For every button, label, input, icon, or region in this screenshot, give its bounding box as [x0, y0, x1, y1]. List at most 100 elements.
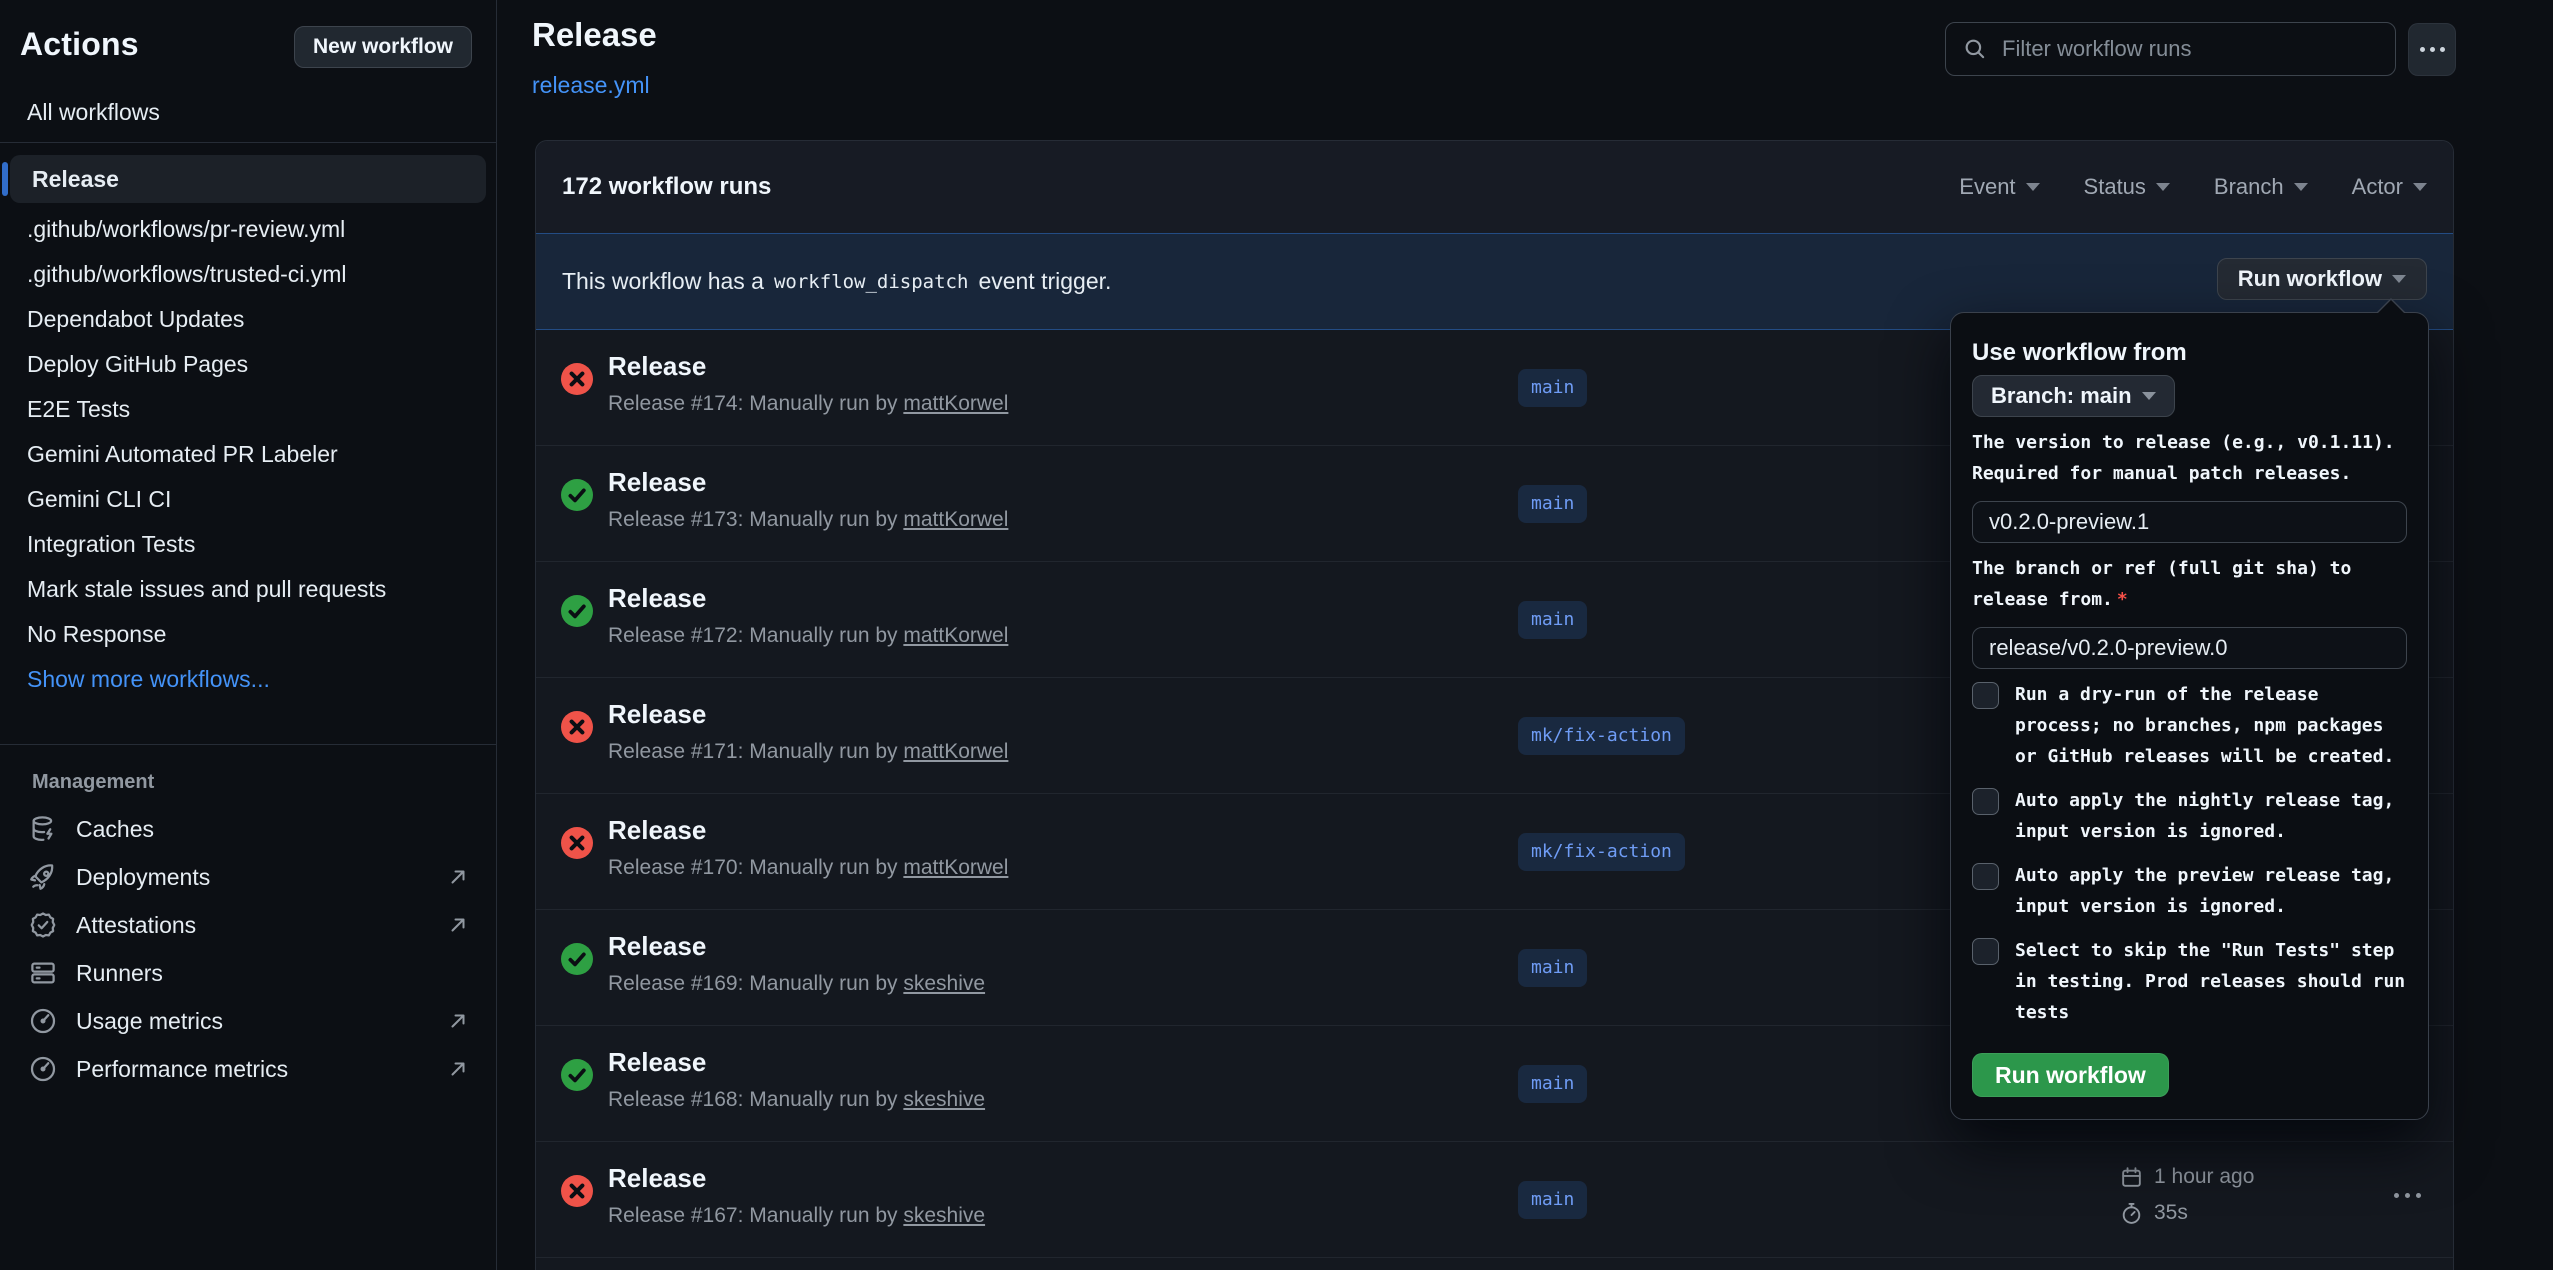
workflow-run-row[interactable]: Release Release #167: Manually run by sk…: [536, 1142, 2453, 1258]
run-workflow-submit-button[interactable]: Run workflow: [1972, 1053, 2169, 1097]
management-item[interactable]: Usage metrics: [0, 997, 496, 1045]
workflow-item-label: E2E Tests: [27, 396, 130, 423]
server-icon: [28, 958, 58, 988]
branch-selector-label: Branch: main: [1991, 383, 2132, 409]
search-icon: [1962, 36, 1988, 62]
run-title-link[interactable]: Release: [608, 1163, 706, 1194]
run-actor-link[interactable]: mattKorwel: [903, 392, 1008, 415]
branch-badge[interactable]: main: [1518, 1065, 1587, 1103]
sidebar-item-all-workflows[interactable]: All workflows: [27, 98, 496, 126]
management-item[interactable]: Caches: [0, 805, 496, 853]
branch-selector-button[interactable]: Branch: main: [1972, 375, 2175, 417]
checkbox[interactable]: [1972, 788, 1999, 815]
run-actor-link[interactable]: mattKorwel: [903, 856, 1008, 879]
workflow-item-label: No Response: [27, 621, 166, 648]
run-actor-link[interactable]: mattKorwel: [903, 508, 1008, 531]
run-info: Release #167: Manually run by: [608, 1204, 898, 1227]
chevron-down-icon: [2142, 392, 2156, 400]
sidebar-workflow-item[interactable]: E2E Tests: [0, 387, 496, 432]
sidebar-workflow-item[interactable]: Deploy GitHub Pages: [0, 342, 496, 387]
run-title-link[interactable]: Release: [608, 931, 706, 962]
run-title-link[interactable]: Release: [608, 467, 706, 498]
run-title-link[interactable]: Release: [608, 351, 706, 382]
sidebar-workflow-item[interactable]: Mark stale issues and pull requests: [0, 567, 496, 612]
run-description: Release #171: Manually run by mattKorwel: [608, 740, 1008, 764]
workflow-item-label: Gemini Automated PR Labeler: [27, 441, 338, 468]
management-item-label: Usage metrics: [76, 1008, 446, 1035]
external-link-icon: [446, 865, 470, 889]
runs-filter-dropdown[interactable]: Event: [1959, 174, 2039, 200]
chevron-down-icon: [2156, 183, 2170, 191]
branch-badge[interactable]: main: [1518, 369, 1587, 407]
workflow-file-link[interactable]: release.yml: [532, 72, 650, 99]
run-title-link[interactable]: Release: [608, 583, 706, 614]
run-title-link[interactable]: Release: [608, 815, 706, 846]
run-actor-link[interactable]: skeshive: [903, 1088, 985, 1111]
branch-badge[interactable]: mk/fix-action: [1518, 833, 1685, 871]
management-item[interactable]: Deployments: [0, 853, 496, 901]
workflow-input-group: The version to release (e.g., v0.1.11). …: [1972, 427, 2407, 543]
sidebar-workflow-item[interactable]: Dependabot Updates: [0, 297, 496, 342]
sidebar-workflow-item[interactable]: .github/workflows/pr-review.yml: [0, 207, 496, 252]
sidebar-workflow-item[interactable]: Release: [10, 155, 486, 203]
run-title-link[interactable]: Release: [608, 699, 706, 730]
run-actor-link[interactable]: skeshive: [903, 1204, 985, 1227]
sidebar-workflow-item[interactable]: Gemini Automated PR Labeler: [0, 432, 496, 477]
runs-filter-label: Event: [1959, 174, 2015, 200]
sidebar-workflow-item[interactable]: No Response: [0, 612, 496, 657]
run-info: Release #172: Manually run by: [608, 624, 898, 647]
success-status-icon: [561, 595, 593, 627]
run-title-link[interactable]: Release: [608, 1047, 706, 1078]
show-more-workflows-link[interactable]: Show more workflows...: [0, 657, 496, 702]
filter-workflow-runs-input[interactable]: [2002, 36, 2379, 62]
runs-filter-dropdown[interactable]: Branch: [2214, 174, 2308, 200]
kebab-dot: [2416, 1193, 2421, 1198]
sidebar-workflow-item[interactable]: Integration Tests: [0, 522, 496, 567]
management-item[interactable]: Performance metrics: [0, 1045, 496, 1093]
run-workflow-button[interactable]: Run workflow: [2217, 258, 2427, 300]
gauge-icon: [28, 1054, 58, 1084]
branch-badge[interactable]: main: [1518, 485, 1587, 523]
checkbox-label: Auto apply the preview release tag, inpu…: [2015, 860, 2407, 922]
workflow-input-field[interactable]: [1972, 627, 2407, 669]
runs-filter-label: Branch: [2214, 174, 2284, 200]
run-info: Release #169: Manually run by: [608, 972, 898, 995]
management-item[interactable]: Runners: [0, 949, 496, 997]
banner-text-suffix: event trigger.: [978, 268, 1111, 295]
management-item-label: Caches: [76, 816, 470, 843]
failure-status-icon: [561, 827, 593, 859]
runs-filter-dropdown[interactable]: Actor: [2352, 174, 2427, 200]
sidebar-workflow-item[interactable]: Gemini CLI CI: [0, 477, 496, 522]
runs-filter-dropdown[interactable]: Status: [2084, 174, 2170, 200]
run-actor-link[interactable]: mattKorwel: [903, 624, 1008, 647]
run-meta: 1 hour ago 35s: [2119, 1162, 2254, 1234]
workflow-item-label: Mark stale issues and pull requests: [27, 576, 386, 603]
checkbox-row: Auto apply the nightly release tag, inpu…: [1972, 785, 2407, 847]
run-options-kebab[interactable]: [2394, 1193, 2421, 1198]
branch-badge[interactable]: main: [1518, 949, 1587, 987]
branch-badge[interactable]: main: [1518, 1181, 1587, 1219]
run-info: Release #171: Manually run by: [608, 740, 898, 763]
workflow-input-field[interactable]: [1972, 501, 2407, 543]
run-description: Release #169: Manually run by skeshive: [608, 972, 985, 996]
workflow-options-kebab-button[interactable]: [2408, 23, 2456, 76]
run-actor-link[interactable]: skeshive: [903, 972, 985, 995]
run-description: Release #174: Manually run by mattKorwel: [608, 392, 1008, 416]
management-item-label: Runners: [76, 960, 470, 987]
branch-badge[interactable]: main: [1518, 601, 1587, 639]
failure-status-icon: [561, 711, 593, 743]
checkbox[interactable]: [1972, 682, 1999, 709]
run-info: Release #168: Manually run by: [608, 1088, 898, 1111]
checkbox[interactable]: [1972, 938, 1999, 965]
runs-panel-header: 172 workflow runs Event Status Branch: [536, 141, 2453, 233]
run-actor-link[interactable]: mattKorwel: [903, 740, 1008, 763]
input-label: The branch or ref (full git sha) to rele…: [1972, 553, 2407, 615]
checkbox[interactable]: [1972, 863, 1999, 890]
new-workflow-button[interactable]: New workflow: [294, 26, 472, 68]
management-item[interactable]: Attestations: [0, 901, 496, 949]
branch-badge[interactable]: mk/fix-action: [1518, 717, 1685, 755]
checkbox-row: Run a dry-run of the release process; no…: [1972, 679, 2407, 772]
run-info: Release #173: Manually run by: [608, 508, 898, 531]
sidebar-workflow-item[interactable]: .github/workflows/trusted-ci.yml: [0, 252, 496, 297]
cache-icon: [28, 814, 58, 844]
